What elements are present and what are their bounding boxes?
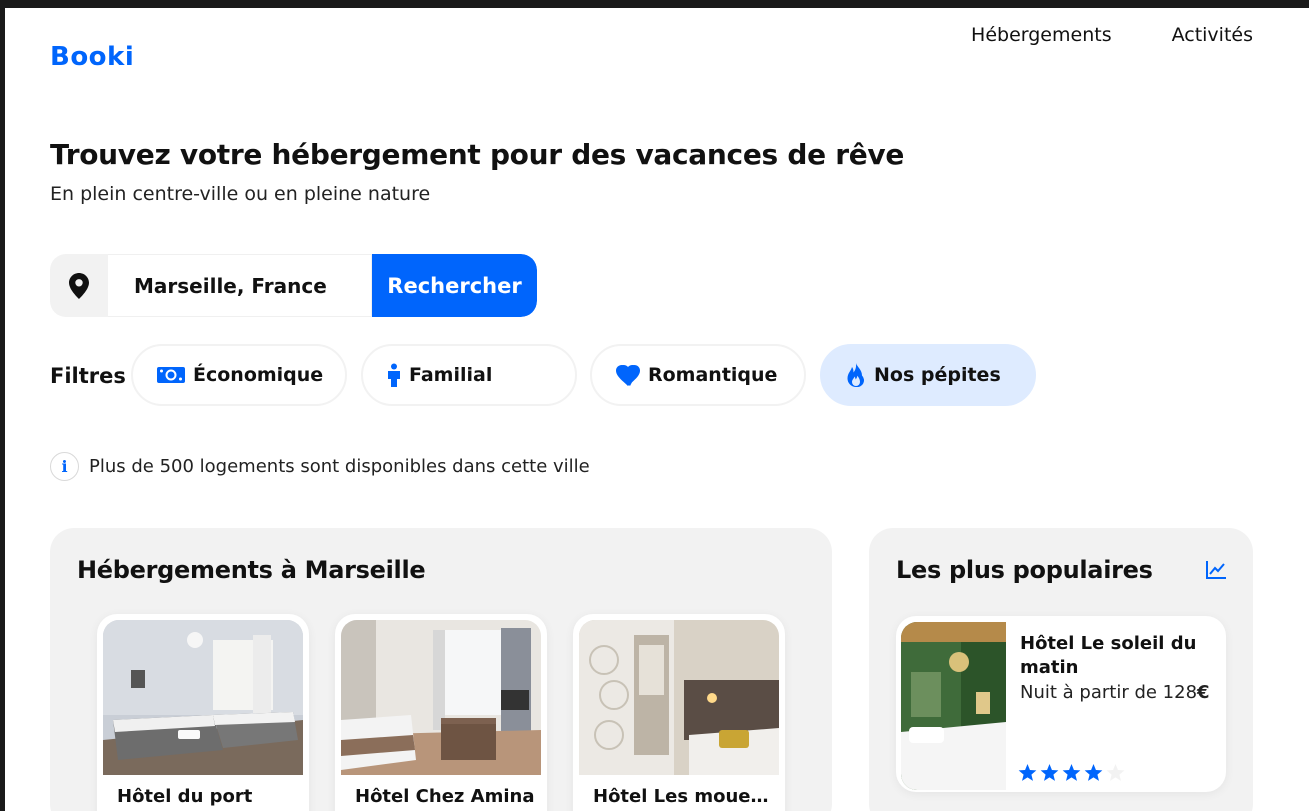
- hotel-photo: [341, 620, 541, 775]
- info-text: Plus de 500 logements sont disponibles d…: [89, 456, 590, 477]
- hotel-name: Hôtel Chez Amina: [355, 786, 535, 807]
- hotel-name: Hôtel Les mouettes: [593, 786, 773, 807]
- trending-chart-icon[interactable]: [1205, 560, 1227, 580]
- hotel-card[interactable]: Hôtel Chez Amina: [335, 614, 547, 811]
- hotel-name: Hôtel du port: [117, 786, 253, 807]
- hotel-photo: [901, 622, 1006, 790]
- filter-economique[interactable]: Économique: [131, 344, 347, 406]
- filter-label: Économique: [193, 364, 324, 386]
- filter-nos-pepites[interactable]: Nos pépites: [820, 344, 1036, 406]
- popular-hotel-card[interactable]: Hôtel Le soleil du matin Nuit à partir d…: [896, 616, 1226, 792]
- page-subtitle: En plein centre-ville ou en pleine natur…: [50, 183, 431, 205]
- info-message: i Plus de 500 logements sont disponibles…: [50, 452, 590, 481]
- info-icon: i: [50, 452, 79, 481]
- top-nav: Hébergements Activités: [971, 24, 1253, 46]
- hotel-card[interactable]: Hôtel du port: [97, 614, 309, 811]
- destination-input[interactable]: Marseille, France: [108, 254, 372, 317]
- nav-activites[interactable]: Activités: [1172, 24, 1253, 46]
- filters-label: Filtres: [50, 364, 126, 388]
- nav-hebergements[interactable]: Hébergements: [971, 24, 1112, 46]
- star-filled-icon: [1084, 764, 1103, 781]
- search-bar: Marseille, France Rechercher: [50, 254, 537, 317]
- booki-logo[interactable]: Booki: [50, 42, 134, 72]
- rating-stars: [1018, 764, 1125, 782]
- filter-label: Nos pépites: [874, 364, 1001, 386]
- listings-section: Hébergements à Marseille Hôtel du port H…: [50, 528, 832, 811]
- search-button[interactable]: Rechercher: [372, 254, 537, 317]
- filter-label: Romantique: [648, 364, 778, 386]
- star-filled-icon: [1040, 764, 1059, 781]
- star-filled-icon: [1018, 764, 1037, 781]
- page-title: Trouvez votre hébergement pour des vacan…: [50, 138, 905, 171]
- filter-romantique[interactable]: Romantique: [590, 344, 806, 406]
- hotel-price: Nuit à partir de 128€: [1020, 682, 1210, 703]
- filter-familial[interactable]: Familial: [361, 344, 577, 406]
- person-icon: [388, 363, 400, 387]
- window-frame-top: [0, 0, 1309, 8]
- popular-title: Les plus populaires: [896, 556, 1153, 584]
- popular-section: Les plus populaires Hôtel Le soleil du m…: [869, 528, 1253, 811]
- filter-label: Familial: [409, 364, 493, 386]
- listings-title: Hébergements à Marseille: [77, 556, 426, 584]
- hotel-card[interactable]: Hôtel Les mouettes: [573, 614, 785, 811]
- hotel-photo: [103, 620, 303, 775]
- window-frame-left: [0, 0, 5, 811]
- hotel-photo: [579, 620, 779, 775]
- money-icon: [157, 367, 185, 383]
- hotel-name: Hôtel Le soleil du matin: [1020, 633, 1197, 678]
- star-empty-icon: [1106, 764, 1125, 781]
- star-filled-icon: [1062, 764, 1081, 781]
- fire-icon: [847, 363, 864, 387]
- heart-icon: [616, 364, 640, 386]
- location-pin-icon: [50, 254, 108, 317]
